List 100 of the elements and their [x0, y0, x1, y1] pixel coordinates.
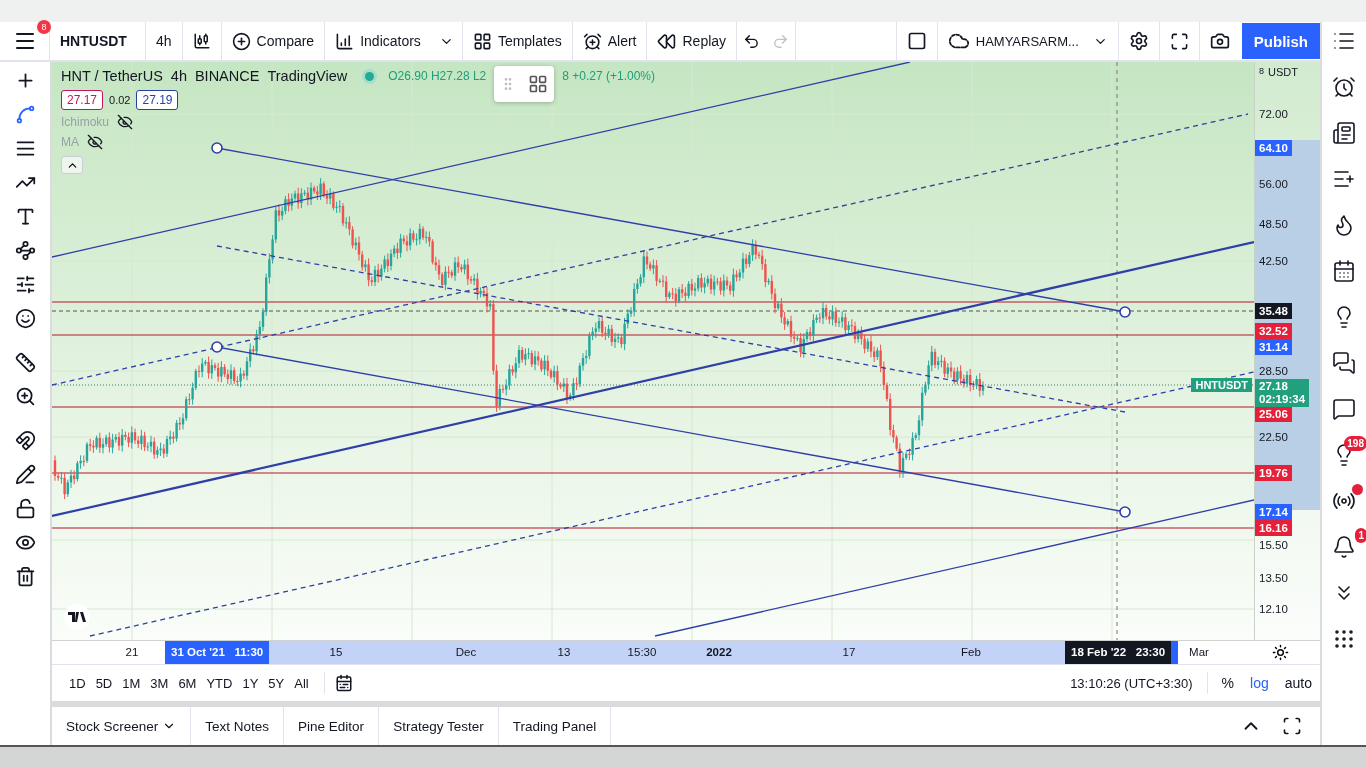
price-label: 16.16	[1255, 520, 1292, 536]
range-button[interactable]: 5D	[90, 675, 118, 691]
pattern-icon	[14, 239, 36, 261]
range-button[interactable]: All	[289, 675, 314, 691]
range-button[interactable]: 1M	[117, 675, 146, 691]
range-button[interactable]: 3M	[145, 675, 174, 691]
time-label: 17	[841, 645, 857, 660]
currency-label: 8 USDT	[1259, 66, 1298, 78]
calendar-icon	[1332, 259, 1356, 283]
price-label: 22.50	[1258, 430, 1289, 445]
bell-icon	[1332, 535, 1356, 559]
scale-button[interactable]: %	[1213, 675, 1243, 691]
count-badge: 1	[1355, 528, 1366, 543]
time-label: Mar	[1188, 645, 1210, 660]
undo-icon	[743, 32, 761, 50]
symbol-tag: HNTUSDT	[1191, 378, 1252, 392]
price-label: 56.00	[1258, 177, 1289, 192]
ruler-icon	[14, 351, 36, 373]
chat-bubbles-icon	[1332, 351, 1356, 375]
time-label: Dec	[454, 645, 478, 660]
unlock-icon	[14, 497, 36, 519]
ask-price[interactable]: 27.19	[136, 90, 179, 110]
square-icon	[906, 31, 927, 51]
grid-icon	[472, 31, 492, 51]
spread-value: 0.02	[109, 94, 131, 106]
dots-grid-icon	[1332, 627, 1356, 651]
price-label: 35.48	[1255, 303, 1292, 319]
trend-line-icon	[14, 103, 36, 125]
range-button[interactable]: YTD	[201, 675, 238, 691]
sidebar-button[interactable]: 198	[1321, 436, 1366, 474]
count-badge: 198	[1344, 436, 1366, 451]
chat-bubble-icon	[1332, 397, 1356, 421]
collapse-button[interactable]	[61, 156, 83, 174]
smiley-icon	[14, 307, 36, 329]
grid-icon[interactable]	[528, 74, 549, 94]
price-label: 42.50	[1258, 254, 1289, 269]
publish-button[interactable]: Publish	[1241, 23, 1320, 59]
logo-icon[interactable]	[64, 604, 90, 630]
date-range-button[interactable]	[334, 674, 353, 692]
redo-icon	[772, 32, 790, 50]
plus-circle-icon	[231, 31, 251, 51]
bid-price[interactable]: 27.17	[61, 90, 104, 110]
sliders-icon	[14, 273, 36, 295]
price-label: 19.76	[1255, 465, 1292, 481]
candles-icon	[192, 32, 211, 50]
axis-settings-button[interactable]	[1272, 644, 1289, 661]
range-button[interactable]: 1D	[64, 675, 91, 691]
clock-text: 13:10:26 (UTC+3:30)	[1070, 675, 1193, 691]
anchor-handle[interactable]	[211, 341, 223, 353]
price-label: 31.14	[1255, 339, 1292, 355]
price-label: 17.14	[1255, 504, 1292, 520]
scale-button[interactable]: log	[1242, 675, 1277, 691]
price-label: 64.10	[1255, 140, 1292, 156]
time-label: 13	[556, 645, 572, 660]
camera-icon	[1209, 31, 1230, 51]
time-label: 15	[328, 645, 344, 660]
rewind-icon	[657, 31, 677, 51]
settings-icon	[1128, 31, 1149, 51]
trash-icon	[14, 565, 36, 587]
anchor-handle[interactable]	[211, 142, 223, 154]
anchor-handle[interactable]	[1119, 306, 1131, 318]
notification-badge: 8	[37, 20, 51, 34]
price-label: 32.52	[1255, 323, 1292, 339]
price-label: 12.10	[1258, 602, 1289, 617]
range-button[interactable]: 5Y	[263, 675, 290, 691]
time-label: 2022	[705, 645, 733, 660]
calendar-icon	[334, 674, 353, 692]
symbol-title: 4h	[170, 68, 187, 84]
price-label: 15.50	[1258, 538, 1289, 553]
eye-off-icon[interactable]	[87, 134, 103, 150]
scale-button[interactable]: auto	[1276, 675, 1320, 691]
eye-off-icon[interactable]	[117, 114, 134, 130]
price-label: 28.50	[1258, 364, 1289, 379]
alarm-clock-icon	[582, 31, 602, 51]
anchor-handle[interactable]	[1119, 506, 1131, 518]
time-label: 21	[124, 645, 140, 660]
newspaper-icon	[1332, 121, 1356, 145]
symbol-title: BINANCE	[194, 68, 260, 84]
magnet-icon	[14, 429, 36, 451]
time-label: Feb	[960, 645, 982, 660]
market-status-dot	[365, 71, 375, 81]
time-label: 18 Feb '22 23:30	[1065, 641, 1172, 664]
price-label: 48.50	[1258, 217, 1289, 232]
chart-icon	[335, 31, 355, 51]
range-button[interactable]: 1Y	[237, 675, 264, 691]
symbol-title: TradingView	[267, 68, 348, 84]
fullscreen-icon	[1169, 31, 1189, 51]
range-button[interactable]: 6M	[173, 675, 202, 691]
alarm-clock-icon	[1332, 75, 1356, 99]
settings-icon	[1272, 644, 1289, 661]
price-label: 72.00	[1258, 107, 1289, 122]
ohlc-values: O26.90 H27.28 L2	[388, 69, 487, 83]
notification-dot	[1352, 484, 1363, 495]
sidebar-button[interactable]: 1	[1321, 528, 1366, 566]
square-button[interactable]	[895, 22, 938, 60]
fullscreen-icon	[1282, 716, 1302, 736]
pencil-icon	[14, 463, 36, 485]
time-label: 15:30	[626, 645, 658, 660]
indicator-label: MA	[61, 135, 79, 149]
symbol-title: HNT / TetherUS	[61, 68, 163, 84]
